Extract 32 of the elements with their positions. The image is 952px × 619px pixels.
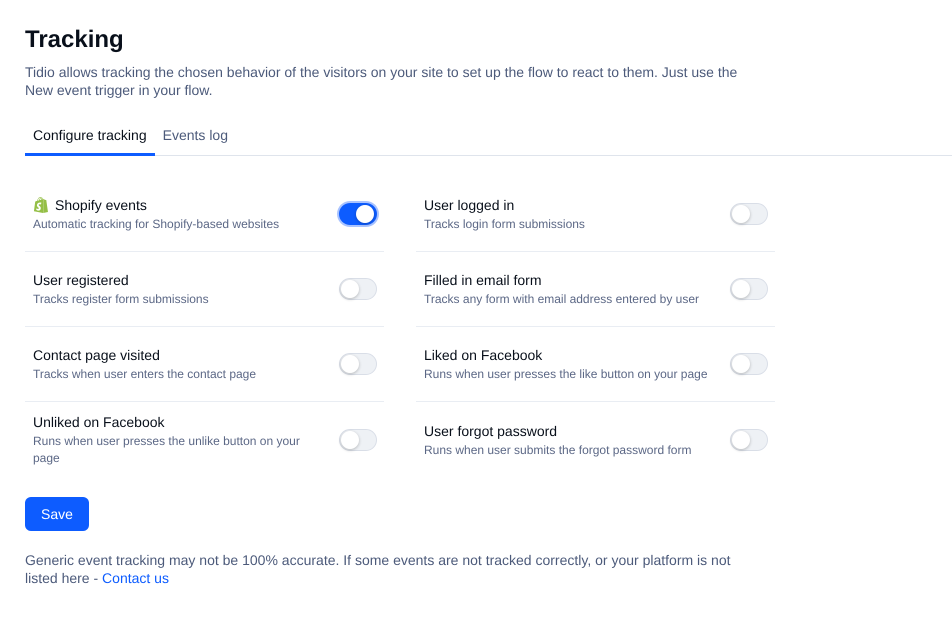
event-description: Runs when user presses the unlike button on your page — [33, 433, 301, 467]
event-title: User logged in — [424, 196, 514, 215]
event-description: Runs when user submits the forgot password form — [424, 442, 692, 458]
event-description: Automatic tracking for Shopify-based websites — [33, 216, 280, 233]
contact-link[interactable]: Contact us — [102, 570, 169, 586]
event-title: Shopify events — [55, 196, 147, 215]
toggle-switch[interactable] — [339, 278, 377, 300]
toggle-switch[interactable] — [339, 203, 377, 225]
event-description: Tracks register form submissions — [33, 291, 209, 308]
event-title: Unliked on Facebook — [33, 413, 165, 432]
footer-note: Generic event tracking may not be 100% accurate. If some events are not tracked correctly, or your platform is not listed here - Contact us — [25, 551, 732, 587]
event-description: Tracks any form with email address entered by user — [424, 291, 699, 308]
toggle-switch[interactable] — [730, 428, 768, 450]
tab[interactable]: Events log — [154, 125, 236, 156]
shopping-bag-icon — [33, 196, 49, 214]
toggle-switch[interactable] — [730, 278, 768, 300]
page-title: Tracking — [25, 25, 124, 55]
page-description: Tidio allows tracking the chosen behavior of the visitors on your site to set up the flow to react to them. Just use the New event trigger in your flow. — [25, 63, 738, 99]
toggle-switch[interactable] — [339, 428, 377, 450]
event-title: Liked on Facebook — [424, 346, 542, 365]
toggle-switch[interactable] — [730, 353, 768, 375]
tab[interactable]: Configure tracking — [25, 125, 155, 156]
toggle-switch[interactable] — [339, 353, 377, 375]
event-description: Tracks when user enters the contact page — [33, 366, 256, 383]
save-button[interactable]: Save — [25, 497, 89, 531]
event-title: User registered — [33, 271, 129, 290]
event-description: Runs when user presses the like button on your page — [424, 366, 708, 383]
event-description: Tracks login form submissions — [424, 216, 585, 233]
event-title: Contact page visited — [33, 346, 160, 365]
event-title: Filled in email form — [424, 271, 542, 290]
toggle-switch[interactable] — [730, 203, 768, 225]
event-title: User forgot password — [424, 422, 558, 440]
